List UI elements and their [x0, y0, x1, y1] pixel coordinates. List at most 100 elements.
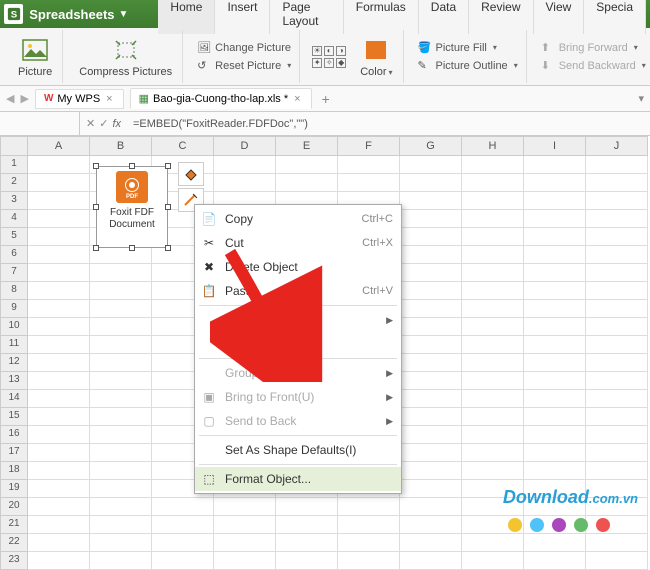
- cell[interactable]: [28, 264, 90, 282]
- cell[interactable]: [462, 444, 524, 462]
- cell[interactable]: [90, 426, 152, 444]
- cell[interactable]: [586, 390, 648, 408]
- send-backward-button[interactable]: ⬇ Send Backward▾: [539, 58, 648, 74]
- cell[interactable]: [338, 156, 400, 174]
- col-header[interactable]: J: [586, 136, 648, 156]
- cell[interactable]: [90, 516, 152, 534]
- cell[interactable]: [524, 372, 586, 390]
- cell[interactable]: [28, 210, 90, 228]
- cell[interactable]: [90, 498, 152, 516]
- cell[interactable]: [28, 228, 90, 246]
- cell[interactable]: [28, 318, 90, 336]
- picture-button[interactable]: Picture: [14, 34, 56, 80]
- app-menu-dropdown-icon[interactable]: ▼: [119, 9, 129, 20]
- cell[interactable]: [400, 318, 462, 336]
- cell[interactable]: [400, 174, 462, 192]
- cell[interactable]: [586, 426, 648, 444]
- row-header[interactable]: 8: [0, 282, 28, 300]
- cell[interactable]: [276, 174, 338, 192]
- cell[interactable]: [462, 318, 524, 336]
- col-header[interactable]: G: [400, 136, 462, 156]
- cell[interactable]: [400, 498, 462, 516]
- row-header[interactable]: 11: [0, 336, 28, 354]
- embedded-object[interactable]: PDF Foxit FDF Document: [96, 166, 168, 248]
- cell[interactable]: [462, 192, 524, 210]
- cell[interactable]: [28, 174, 90, 192]
- select-all-corner[interactable]: [0, 136, 28, 156]
- cell[interactable]: [400, 390, 462, 408]
- cell[interactable]: [28, 372, 90, 390]
- cell[interactable]: [400, 516, 462, 534]
- bring-forward-button[interactable]: ⬆ Bring Forward▾: [539, 40, 648, 56]
- cell[interactable]: [90, 300, 152, 318]
- cell[interactable]: [90, 318, 152, 336]
- tab-list-icon[interactable]: ▾: [638, 92, 644, 105]
- cell[interactable]: [586, 156, 648, 174]
- cell[interactable]: [90, 354, 152, 372]
- cell[interactable]: [28, 426, 90, 444]
- cell[interactable]: [400, 426, 462, 444]
- row-header[interactable]: 22: [0, 534, 28, 552]
- menu-data[interactable]: Data: [419, 0, 469, 34]
- accept-formula-icon[interactable]: ✓: [99, 117, 108, 130]
- cell[interactable]: [462, 426, 524, 444]
- cell[interactable]: [400, 462, 462, 480]
- cell[interactable]: [524, 228, 586, 246]
- cell[interactable]: [524, 408, 586, 426]
- cell[interactable]: [400, 210, 462, 228]
- cell[interactable]: [28, 246, 90, 264]
- cell[interactable]: [214, 516, 276, 534]
- change-picture-button[interactable]: 🖼 Change Picture: [195, 40, 293, 56]
- row-header[interactable]: 23: [0, 552, 28, 570]
- fill-tool-button[interactable]: [178, 162, 204, 186]
- cell[interactable]: [586, 372, 648, 390]
- ctx-paste[interactable]: 📋 PasteCtrl+V: [195, 279, 401, 303]
- cell[interactable]: [462, 498, 524, 516]
- cell[interactable]: [524, 354, 586, 372]
- cell[interactable]: [338, 552, 400, 570]
- col-header[interactable]: A: [28, 136, 90, 156]
- cell[interactable]: [28, 282, 90, 300]
- cell[interactable]: [400, 282, 462, 300]
- cell[interactable]: [524, 210, 586, 228]
- cell[interactable]: [28, 462, 90, 480]
- cell[interactable]: [586, 408, 648, 426]
- cell[interactable]: [524, 390, 586, 408]
- col-header[interactable]: D: [214, 136, 276, 156]
- cell[interactable]: [400, 300, 462, 318]
- cell[interactable]: [586, 480, 648, 498]
- ctx-copy[interactable]: 📄 CopyCtrl+C: [195, 207, 401, 231]
- row-header[interactable]: 5: [0, 228, 28, 246]
- cell[interactable]: [90, 552, 152, 570]
- cell[interactable]: [586, 462, 648, 480]
- cell[interactable]: [586, 264, 648, 282]
- menu-special[interactable]: Specia: [584, 0, 646, 34]
- menu-insert[interactable]: Insert: [215, 0, 270, 34]
- cell[interactable]: [524, 264, 586, 282]
- cell[interactable]: [524, 156, 586, 174]
- cell[interactable]: [524, 192, 586, 210]
- col-header[interactable]: H: [462, 136, 524, 156]
- cell[interactable]: [462, 228, 524, 246]
- compress-pictures-button[interactable]: Compress Pictures: [75, 34, 176, 80]
- cell[interactable]: [28, 498, 90, 516]
- col-header[interactable]: F: [338, 136, 400, 156]
- col-header[interactable]: C: [152, 136, 214, 156]
- menu-home[interactable]: Home: [158, 0, 215, 34]
- row-header[interactable]: 1: [0, 156, 28, 174]
- cell[interactable]: [152, 498, 214, 516]
- cell[interactable]: [28, 354, 90, 372]
- row-header[interactable]: 20: [0, 498, 28, 516]
- cell[interactable]: [28, 408, 90, 426]
- cell[interactable]: [462, 282, 524, 300]
- col-header[interactable]: B: [90, 136, 152, 156]
- close-icon[interactable]: ×: [104, 93, 114, 105]
- cell[interactable]: [400, 480, 462, 498]
- cell[interactable]: [276, 534, 338, 552]
- cell[interactable]: [90, 390, 152, 408]
- ctx-delete-object[interactable]: ✖ Delete Object: [195, 255, 401, 279]
- ctx-format-object[interactable]: ⬚ Format Object...: [195, 467, 401, 491]
- cell[interactable]: [586, 210, 648, 228]
- cell[interactable]: [462, 534, 524, 552]
- row-header[interactable]: 18: [0, 462, 28, 480]
